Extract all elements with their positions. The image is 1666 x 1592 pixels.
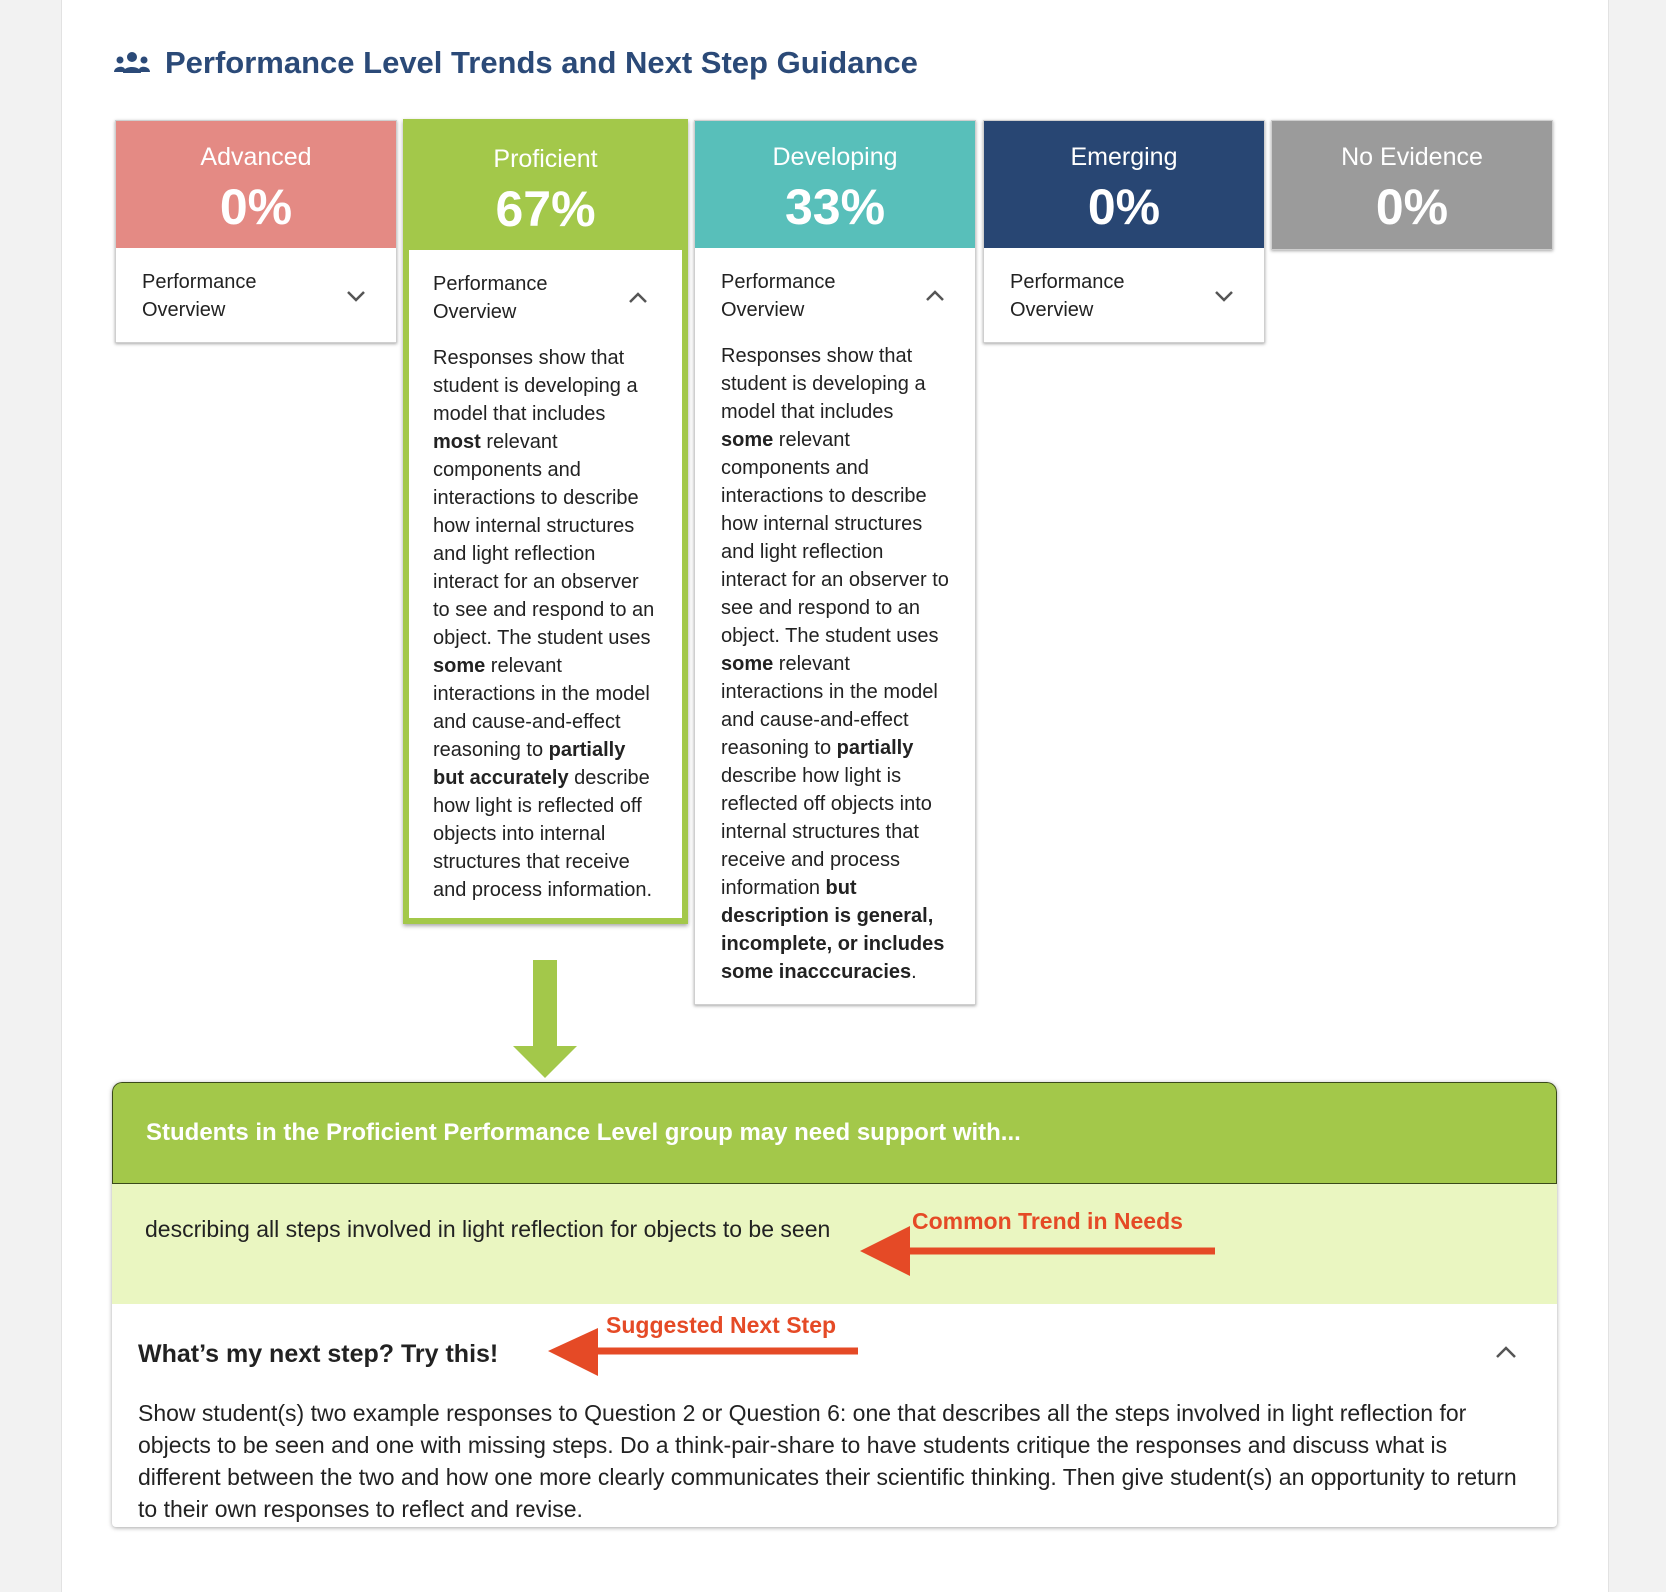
level-name: Emerging (1070, 143, 1178, 171)
performance-overview-label: Performance Overview (142, 271, 257, 321)
arrow-down-icon (513, 1046, 577, 1078)
level-percent: 67% (495, 181, 596, 237)
performance-overview-label: Performance Overview (1010, 271, 1125, 321)
level-header: Advanced 0% (116, 121, 396, 248)
description-segment: Responses show that student is developin… (433, 347, 638, 425)
level-name: Proficient (493, 145, 598, 173)
description-segment: some (433, 655, 486, 677)
chevron-down-icon[interactable] (1214, 282, 1234, 310)
common-trend-text: describing all steps involved in light r… (112, 1184, 1557, 1304)
performance-overview-toggle[interactable]: Performance Overview (409, 250, 682, 344)
performance-overview-label: Performance Overview (433, 273, 548, 323)
level-card-advanced: Advanced 0% Performance Overview (115, 120, 397, 343)
section-header: Performance Level Trends and Next Step G… (113, 40, 918, 86)
chevron-up-icon[interactable] (925, 282, 945, 310)
description-segment: partially (836, 737, 914, 759)
level-percent: 0% (219, 179, 293, 235)
level-card-proficient: Proficient 67% Performance Overview Resp… (403, 119, 688, 924)
guidance-heading: Students in the Proficient Performance L… (112, 1082, 1557, 1184)
people-group-icon (113, 51, 151, 75)
level-name: No Evidence (1341, 143, 1483, 171)
description-segment: some (721, 429, 774, 451)
level-card-no-evidence: No Evidence 0% (1271, 120, 1553, 250)
level-header: Emerging 0% (984, 121, 1264, 248)
description-segment: relevant components and interactions to … (721, 429, 949, 647)
page-title: Performance Level Trends and Next Step G… (165, 45, 918, 80)
performance-overview-label: Performance Overview (721, 271, 836, 321)
level-header: Developing 33% (695, 121, 975, 248)
performance-description: Responses show that student is developin… (695, 342, 975, 1004)
level-name: Developing (772, 143, 898, 171)
guidance-panel: Students in the Proficient Performance L… (112, 1082, 1557, 1527)
level-header: No Evidence 0% (1272, 121, 1552, 249)
level-card-emerging: Emerging 0% Performance Overview (983, 120, 1265, 343)
chevron-down-icon[interactable] (346, 282, 366, 310)
description-segment: Responses show that student is developin… (721, 345, 926, 423)
description-segment: . (911, 961, 917, 983)
next-step-body: Show student(s) two example responses to… (138, 1400, 1517, 1522)
annotation-arrow-trend (860, 1226, 1215, 1276)
level-percent: 0% (1375, 179, 1449, 235)
level-percent: 33% (784, 179, 886, 235)
level-percent: 0% (1087, 179, 1161, 235)
level-card-developing: Developing 33% Performance Overview Resp… (694, 120, 976, 1005)
chevron-up-icon[interactable] (1495, 1346, 1517, 1364)
description-segment: some (721, 653, 774, 675)
level-header: Proficient 67% (409, 125, 682, 250)
performance-description: Responses show that student is developin… (409, 344, 682, 918)
chevron-up-icon[interactable] (628, 284, 648, 312)
arrow-connector (533, 960, 557, 1050)
performance-overview-toggle[interactable]: Performance Overview (984, 248, 1264, 342)
description-segment: relevant components and interactions to … (433, 431, 655, 649)
performance-overview-toggle[interactable]: Performance Overview (116, 248, 396, 342)
description-segment: most (433, 431, 481, 453)
annotation-arrow-next-step (548, 1328, 858, 1376)
level-name: Advanced (200, 143, 312, 171)
performance-overview-toggle[interactable]: Performance Overview (695, 248, 975, 342)
